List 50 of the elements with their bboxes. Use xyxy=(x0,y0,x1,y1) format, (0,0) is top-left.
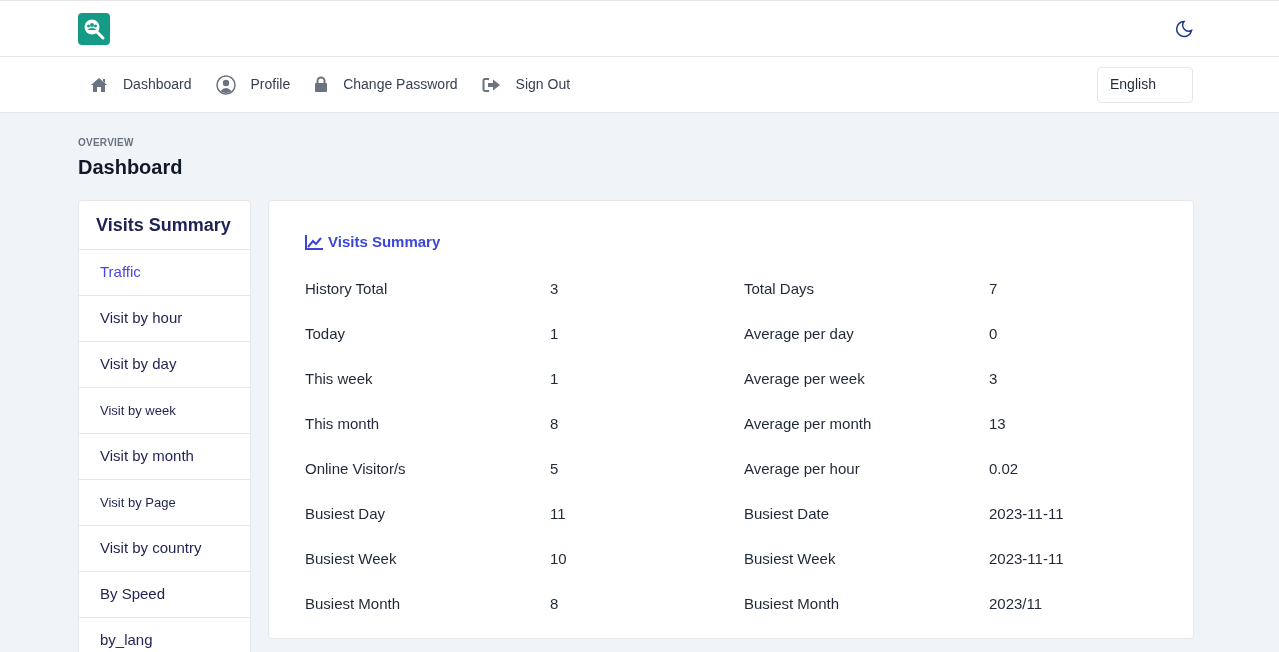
stat-value: 8 xyxy=(550,413,560,434)
nav-link[interactable]: Change Password xyxy=(314,74,458,95)
page-title: Dashboard xyxy=(78,155,184,180)
sidebar-item[interactable]: Visit by day xyxy=(79,342,250,388)
card-title: Visits Summary xyxy=(328,232,441,252)
stat-value: 2023/11 xyxy=(989,593,1043,614)
stat-label: Busiest Day xyxy=(305,503,387,524)
nav-link[interactable]: Dashboard xyxy=(90,74,192,95)
stat-label: This week xyxy=(305,368,374,389)
stat-value: 0 xyxy=(989,323,998,344)
sidebar-item[interactable]: Visit by week xyxy=(79,388,250,434)
stat-value: 7 xyxy=(989,278,998,299)
sidebar-item[interactable]: Visit by month xyxy=(79,434,250,480)
stat-label: Online Visitor/s xyxy=(305,458,407,479)
nav-link[interactable]: Sign Out xyxy=(481,74,571,95)
stat-label: Busiest Date xyxy=(744,503,831,524)
stat-value: 8 xyxy=(550,593,560,614)
stat-label: Busiest Week xyxy=(744,548,837,569)
stat-label: Average per day xyxy=(744,323,855,344)
stat-value: 0.02 xyxy=(989,458,1019,479)
stat-label: Average per month xyxy=(744,413,873,434)
sidebar-item[interactable]: by_lang xyxy=(79,618,250,652)
stat-value: 3 xyxy=(989,368,998,389)
stat-label: Busiest Month xyxy=(744,593,841,614)
sidebar-item[interactable]: Visit by Page xyxy=(79,480,250,526)
stat-value: 1 xyxy=(550,368,560,389)
language-select[interactable]: English xyxy=(1097,66,1193,103)
stat-value: 3 xyxy=(550,278,560,299)
stat-label: This month xyxy=(305,413,381,434)
stat-value: 2023-11-11 xyxy=(989,503,1064,524)
stat-label: Busiest Week xyxy=(305,548,398,569)
stat-label: Total Days xyxy=(744,278,816,299)
stat-label: Average per week xyxy=(744,368,866,389)
stat-label: History Total xyxy=(305,278,389,299)
sidebar-item[interactable]: Visit by hour xyxy=(79,296,250,342)
stat-label: Busiest Month xyxy=(305,593,402,614)
sidebar-item[interactable]: Traffic xyxy=(79,250,250,296)
stat-label: Average per hour xyxy=(744,458,861,479)
sidebar-title: Visits Summary xyxy=(79,201,250,250)
sidebar-item[interactable]: Visit by country xyxy=(79,526,250,572)
sidebar-item[interactable]: By Speed xyxy=(79,572,250,618)
stat-value: 10 xyxy=(550,548,568,569)
page-eyebrow: OVERVIEW xyxy=(78,136,135,150)
nav-link[interactable]: Profile xyxy=(215,74,291,95)
stat-value: 11 xyxy=(550,503,567,524)
stat-label: Today xyxy=(305,323,347,344)
stat-value: 5 xyxy=(550,458,560,479)
stat-value: 1 xyxy=(550,323,560,344)
stat-value: 13 xyxy=(989,413,1006,434)
stat-value: 2023-11-11 xyxy=(989,548,1064,569)
